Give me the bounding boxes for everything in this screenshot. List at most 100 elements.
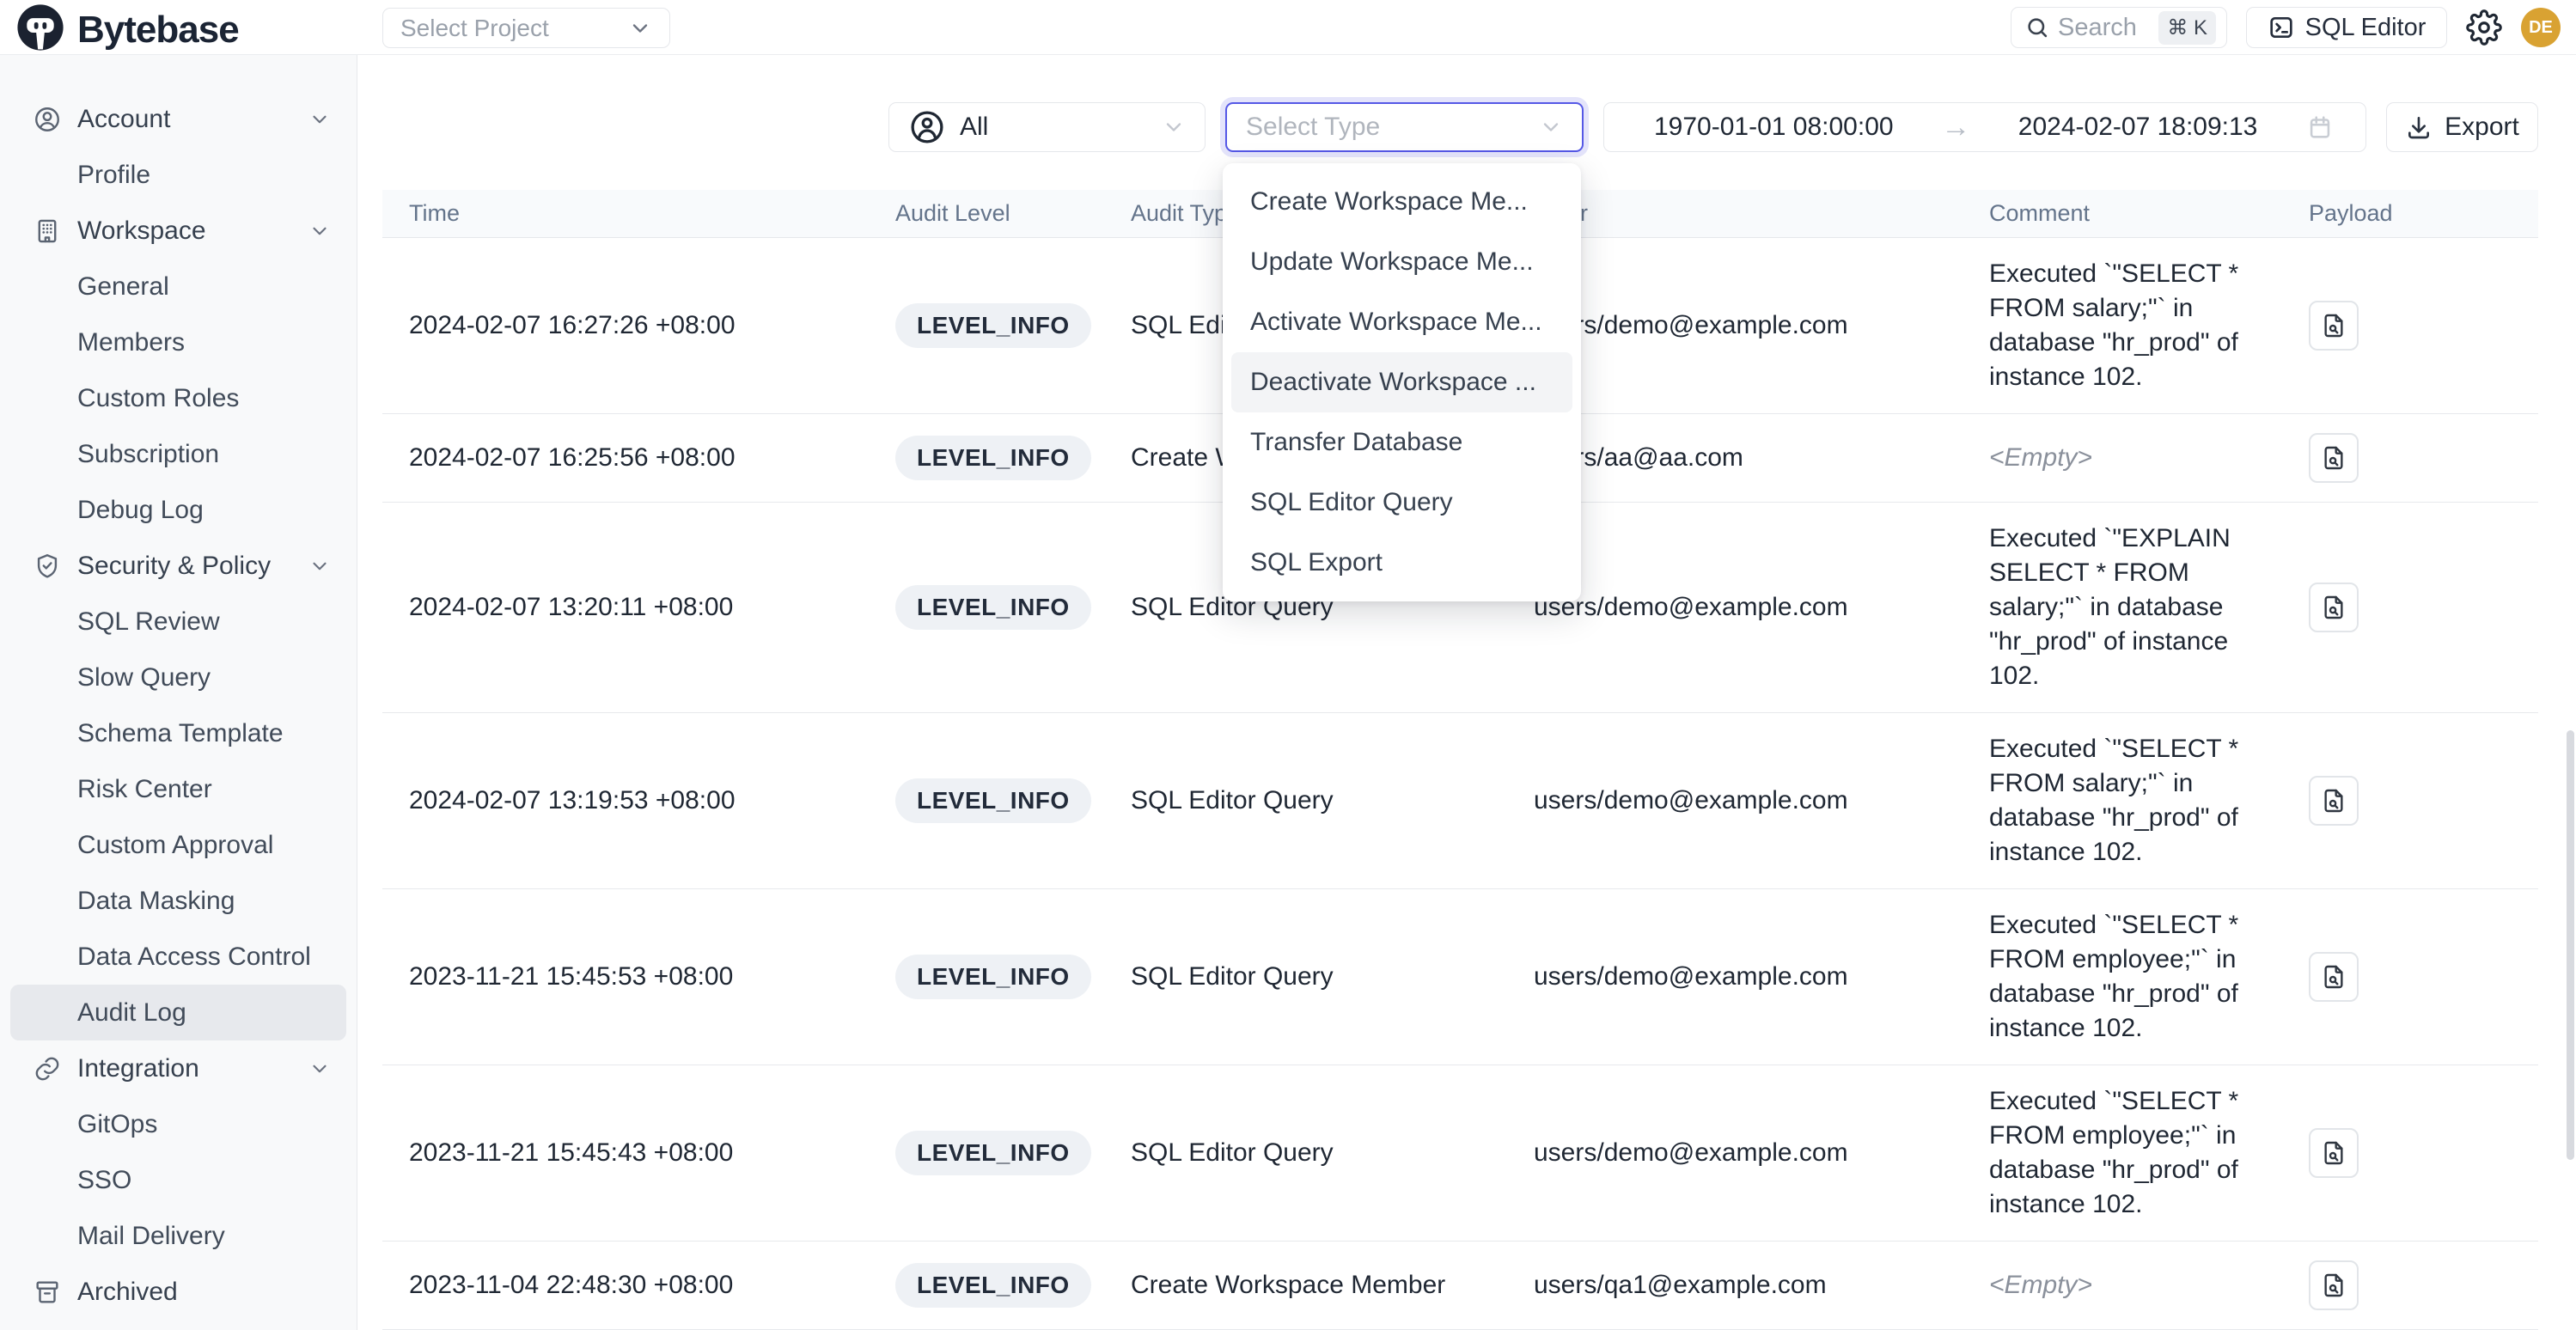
sidebar-item-sql-review[interactable]: SQL Review — [0, 594, 357, 650]
cell-time: 2023-11-21 15:45:53 +08:00 — [382, 943, 869, 1010]
sidebar-item-subscription[interactable]: Subscription — [0, 426, 357, 482]
payload-view-button[interactable] — [2309, 1128, 2359, 1178]
search-input[interactable]: Search ⌘ K — [2011, 7, 2227, 48]
cell-audit-type: SQL Editor Query — [1104, 1120, 1507, 1187]
menu-item-sql-editor-query[interactable]: SQL Editor Query — [1223, 473, 1581, 533]
file-search-icon — [2320, 594, 2347, 621]
cell-comment: Executed `"SELECT * FROM salary;"` in da… — [1963, 238, 2259, 413]
sidebar-item-data-masking[interactable]: Data Masking — [0, 873, 357, 929]
sidebar-item-data-access-control[interactable]: Data Access Control — [0, 929, 357, 985]
table-row: 2023-11-21 15:45:43 +08:00 LEVEL_INFO SQ… — [382, 1065, 2538, 1242]
cell-comment: <Empty> — [1963, 422, 2259, 494]
payload-view-button[interactable] — [2309, 1260, 2359, 1310]
search-placeholder: Search — [2058, 14, 2150, 42]
chevron-down-icon — [308, 220, 331, 242]
sql-editor-button[interactable]: SQL Editor — [2246, 7, 2447, 48]
menu-item-sql-export[interactable]: SQL Export — [1223, 533, 1581, 593]
sidebar-item-profile[interactable]: Profile — [0, 147, 357, 203]
select-project-placeholder: Select Project — [400, 15, 549, 42]
type-filter-select[interactable]: Select Type — [1225, 102, 1584, 152]
sidebar-item-integration[interactable]: Integration — [0, 1040, 357, 1096]
cell-actor: users/qa1@example.com — [1507, 1252, 1963, 1319]
cell-actor: users/demo@example.com — [1507, 767, 1963, 834]
date-start-value[interactable]: 1970-01-01 08:00:00 — [1654, 113, 1894, 142]
audit-level-badge: LEVEL_INFO — [895, 1263, 1091, 1308]
file-search-icon — [2320, 444, 2347, 472]
column-header-payload: Payload — [2259, 200, 2538, 227]
file-search-icon — [2320, 963, 2347, 991]
actor-filter-value: All — [960, 113, 988, 142]
cell-time: 2024-02-07 13:20:11 +08:00 — [382, 574, 869, 641]
export-button[interactable]: Export — [2386, 102, 2538, 152]
top-bar: Bytebase Select Project Search ⌘ K SQL E… — [0, 0, 2576, 55]
cell-comment: <Empty> — [1963, 1249, 2259, 1321]
sidebar-item-debug-log[interactable]: Debug Log — [0, 482, 357, 538]
payload-view-button[interactable] — [2309, 301, 2359, 351]
select-project-dropdown[interactable]: Select Project — [382, 8, 670, 48]
actor-filter-select[interactable]: All — [888, 102, 1206, 152]
table-row: 2024-02-07 13:19:53 +08:00 LEVEL_INFO SQ… — [382, 713, 2538, 889]
cell-comment: Executed `"SELECT * FROM employee;"` in … — [1963, 1065, 2259, 1241]
sidebar-item-members[interactable]: Members — [0, 314, 357, 370]
sidebar-item-security-policy[interactable]: Security & Policy — [0, 538, 357, 594]
sidebar-item-slow-query[interactable]: Slow Query — [0, 650, 357, 705]
sidebar-item-mail-delivery[interactable]: Mail Delivery — [0, 1208, 357, 1264]
cell-comment: Executed `"EXPLAIN SELECT * FROM salary;… — [1963, 503, 2259, 712]
sidebar-item-custom-roles[interactable]: Custom Roles — [0, 370, 357, 426]
menu-item-activate-workspace-member[interactable]: Activate Workspace Me... — [1223, 292, 1581, 352]
cell-comment: Executed `"SELECT * FROM salary;"` in da… — [1963, 713, 2259, 888]
sidebar-item-gitops[interactable]: GitOps — [0, 1096, 357, 1152]
file-search-icon — [2320, 1139, 2347, 1167]
gear-icon[interactable] — [2466, 9, 2502, 46]
payload-view-button[interactable] — [2309, 433, 2359, 483]
payload-view-button[interactable] — [2309, 776, 2359, 826]
shield-check-icon — [33, 552, 64, 581]
bytebase-app: Bytebase Select Project Search ⌘ K SQL E… — [0, 0, 2576, 1330]
type-filter-placeholder: Select Type — [1246, 113, 1380, 142]
column-header-audit-level: Audit Level — [869, 200, 1104, 227]
menu-item-update-workspace-member[interactable]: Update Workspace Me... — [1223, 232, 1581, 292]
bytebase-logo-icon — [15, 3, 65, 57]
sidebar-item-workspace[interactable]: Workspace — [0, 203, 357, 259]
date-end-value[interactable]: 2024-02-07 18:09:13 — [2018, 113, 2258, 142]
file-search-icon — [2320, 787, 2347, 814]
cell-audit-type: SQL Editor Query — [1104, 943, 1507, 1010]
chevron-down-icon — [308, 555, 331, 577]
sidebar-item-general[interactable]: General — [0, 259, 357, 314]
file-search-icon — [2320, 312, 2347, 339]
bytebase-logo[interactable]: Bytebase — [15, 3, 239, 57]
sidebar-item-schema-template[interactable]: Schema Template — [0, 705, 357, 761]
sidebar-item-account[interactable]: Account — [0, 91, 357, 147]
menu-item-create-workspace-member[interactable]: Create Workspace Me... — [1223, 172, 1581, 232]
filter-bar: All Select Type 1970-01-01 08:00:00 → 20… — [888, 102, 2538, 152]
audit-level-badge: LEVEL_INFO — [895, 585, 1091, 630]
sidebar: Account Profile Workspace General Member… — [0, 55, 357, 1330]
type-filter-menu: Create Workspace Me... Update Workspace … — [1223, 163, 1581, 601]
cell-comment: Executed `"SELECT * FROM employee;"` in … — [1963, 889, 2259, 1065]
main-content: All Select Type 1970-01-01 08:00:00 → 20… — [357, 55, 2576, 1330]
menu-item-deactivate-workspace-member[interactable]: Deactivate Workspace ... — [1231, 352, 1572, 412]
payload-view-button[interactable] — [2309, 952, 2359, 1002]
scrollbar-thumb[interactable] — [2567, 730, 2574, 1160]
table-row: 2023-11-04 22:48:30 +08:00 LEVEL_INFO Cr… — [382, 1242, 2538, 1330]
audit-level-badge: LEVEL_INFO — [895, 778, 1091, 823]
sidebar-item-sso[interactable]: SSO — [0, 1152, 357, 1208]
chevron-down-icon — [308, 108, 331, 131]
sidebar-item-risk-center[interactable]: Risk Center — [0, 761, 357, 817]
avatar[interactable]: DE — [2521, 8, 2561, 47]
audit-level-badge: LEVEL_INFO — [895, 303, 1091, 348]
cell-time: 2024-02-07 16:25:56 +08:00 — [382, 424, 869, 491]
sidebar-item-audit-log[interactable]: Audit Log — [10, 985, 346, 1040]
table-row: 2023-11-21 15:45:53 +08:00 LEVEL_INFO SQ… — [382, 889, 2538, 1065]
column-header-comment: Comment — [1963, 200, 2259, 227]
sidebar-item-archived[interactable]: Archived — [0, 1264, 357, 1320]
user-circle-icon — [33, 105, 64, 134]
sidebar-item-custom-approval[interactable]: Custom Approval — [0, 817, 357, 873]
date-range-picker[interactable]: 1970-01-01 08:00:00 → 2024-02-07 18:09:1… — [1603, 102, 2366, 152]
menu-item-transfer-database[interactable]: Transfer Database — [1223, 412, 1581, 473]
archive-icon — [33, 1278, 64, 1307]
column-header-time: Time — [382, 200, 869, 227]
cell-time: 2023-11-21 15:45:43 +08:00 — [382, 1120, 869, 1187]
payload-view-button[interactable] — [2309, 583, 2359, 632]
chevron-down-icon — [1162, 115, 1186, 139]
